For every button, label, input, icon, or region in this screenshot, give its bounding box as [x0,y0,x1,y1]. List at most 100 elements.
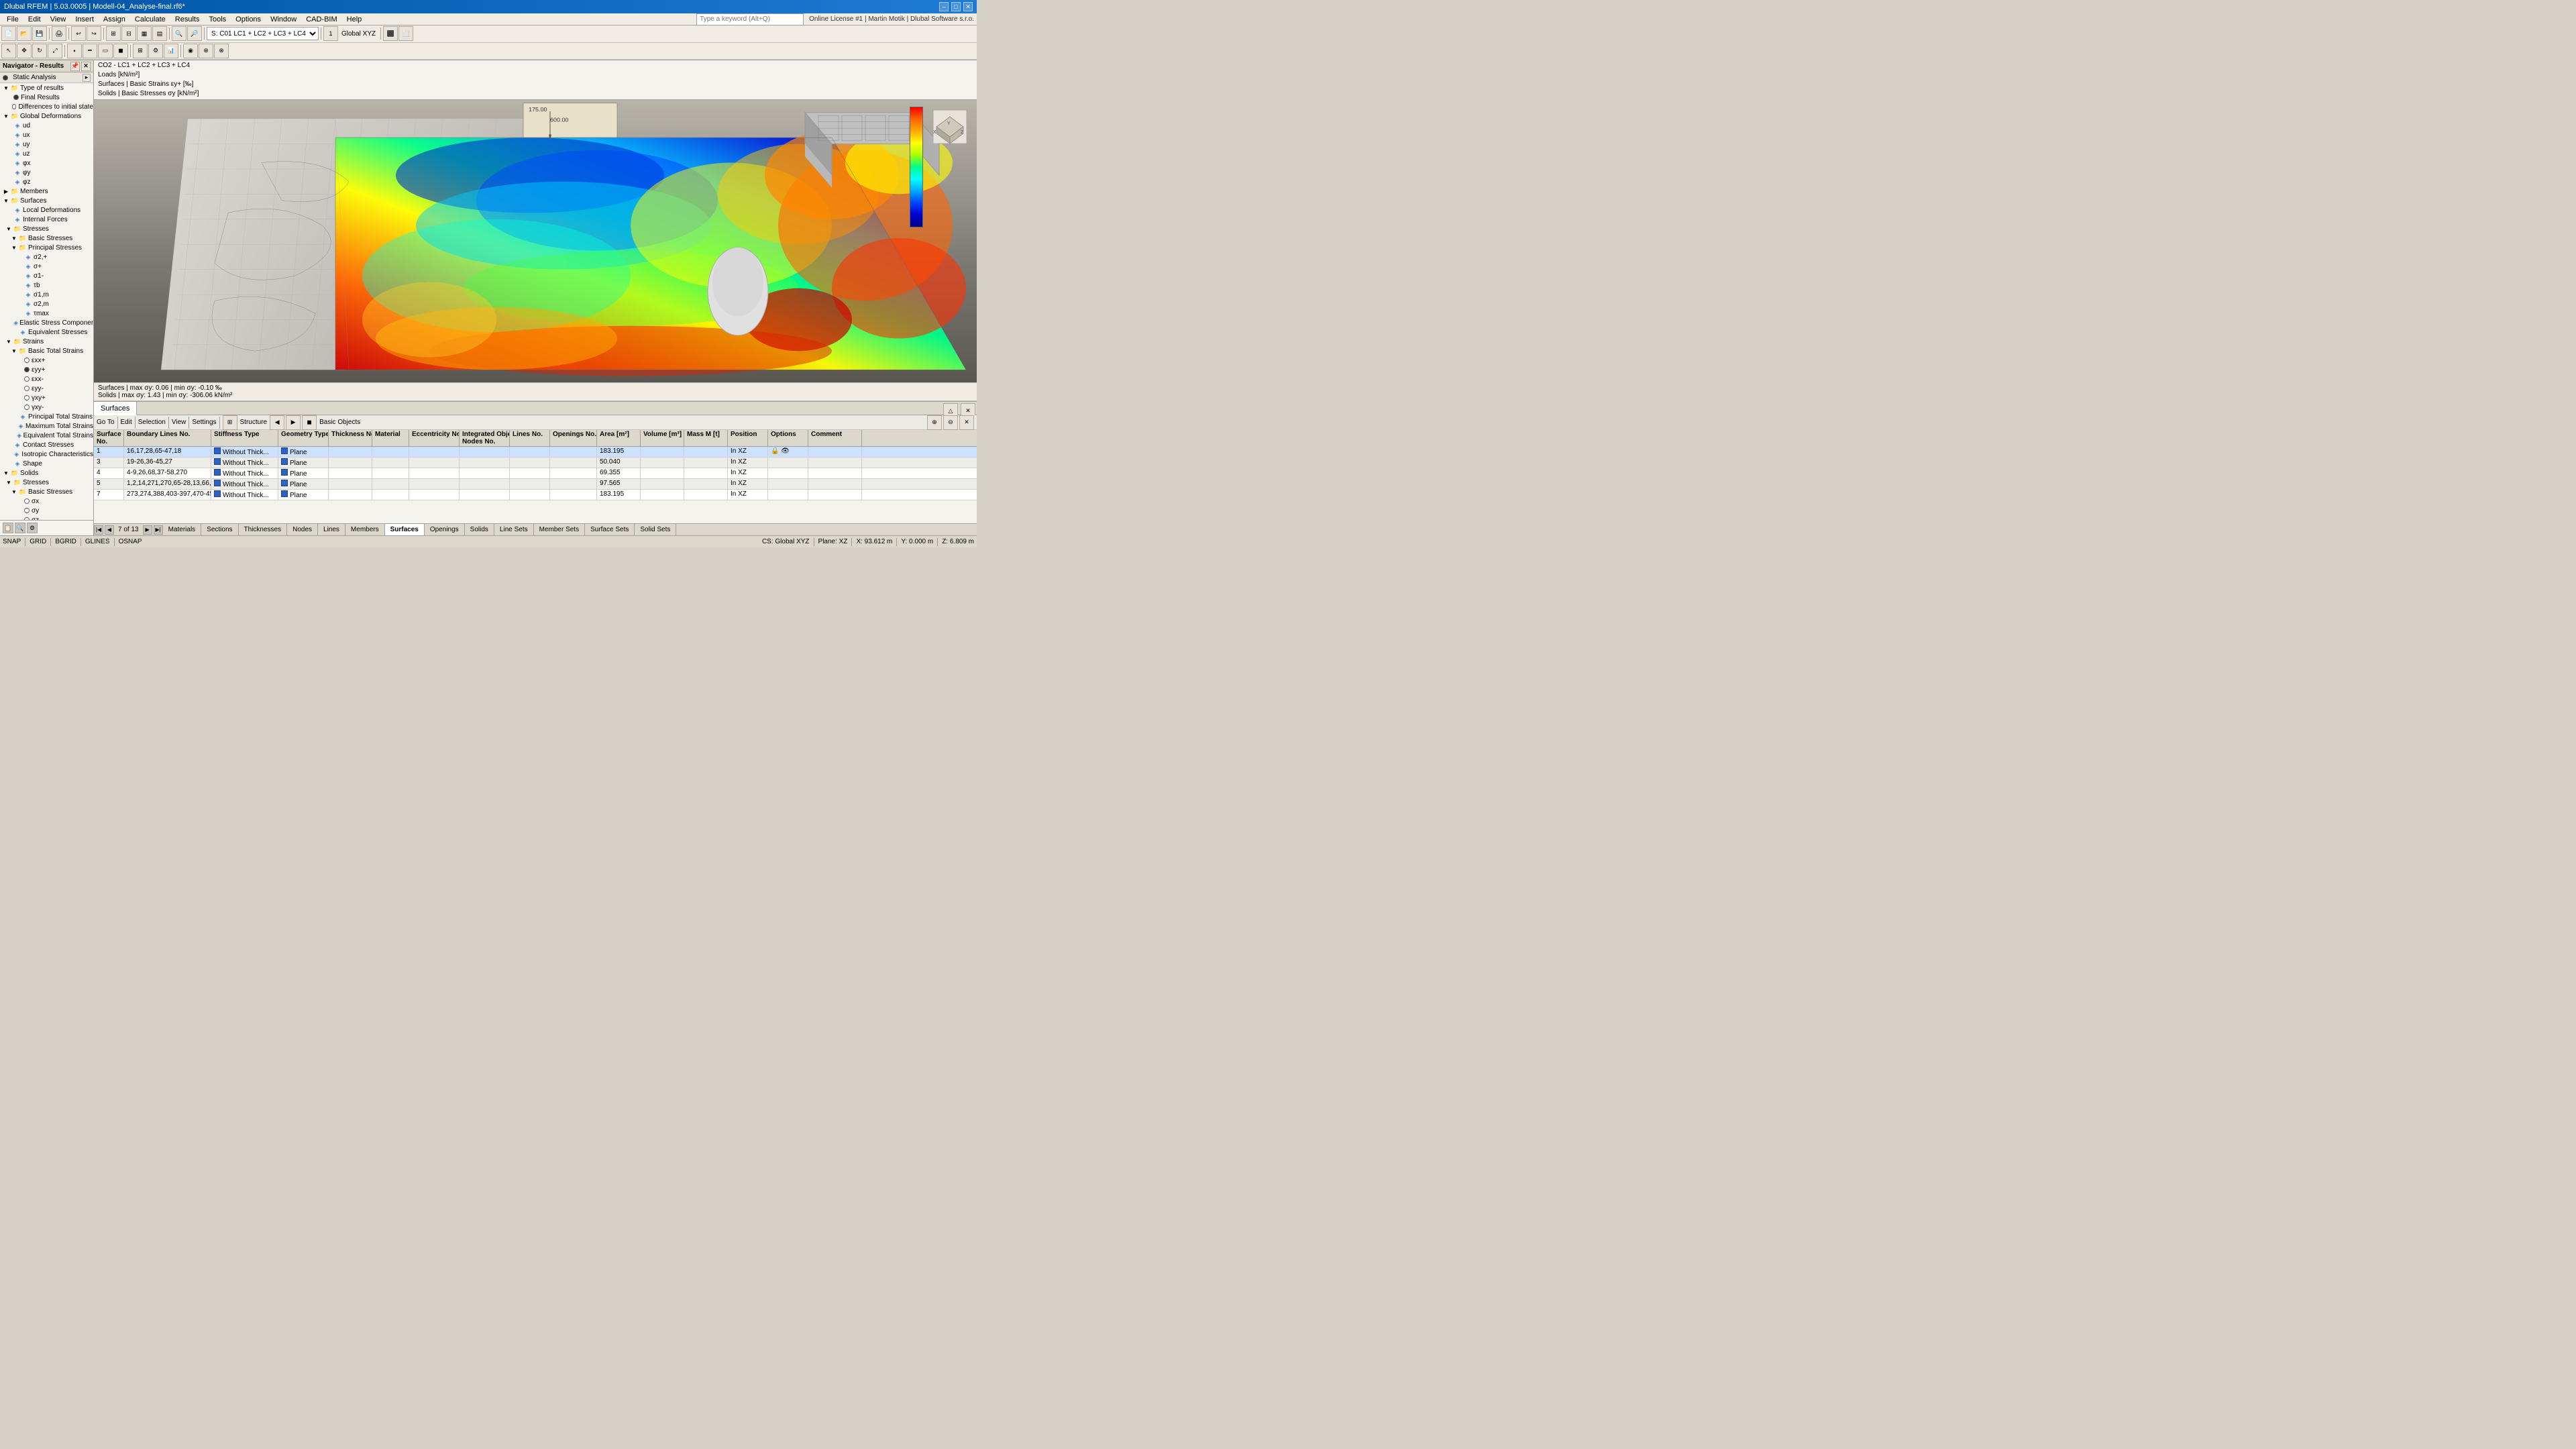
tb-new[interactable]: 📄 [1,26,16,41]
tree-node-34[interactable]: γxy- [0,402,93,412]
close-button[interactable]: ✕ [963,2,973,11]
tb-print[interactable]: 🖨 [52,26,66,41]
tab-nodes[interactable]: Nodes [287,524,318,535]
nav-icon-1[interactable]: 📋 [3,523,13,533]
minimize-button[interactable]: – [939,2,949,11]
menu-assign[interactable]: Assign [99,15,129,24]
tb-solid[interactable]: ◼ [113,44,128,58]
tree-node-10[interactable]: ◈φz [0,177,93,186]
tab-members[interactable]: Members [345,524,385,535]
menu-cad-bim[interactable]: CAD-BIM [302,15,341,24]
tb-surface[interactable]: ▭ [98,44,113,58]
static-analysis-radio[interactable] [3,75,8,80]
nav-prev[interactable]: ◀ [105,525,114,535]
tree-node-3[interactable]: ▼📁Global Deformations [0,111,93,121]
menu-view[interactable]: View [46,15,70,24]
tree-node-1[interactable]: Final Results [0,93,93,102]
tree-node-19[interactable]: ◈σ+ [0,262,93,271]
tb-scale[interactable]: ⤢ [48,44,62,58]
tb-structure[interactable]: ⊞ [223,415,237,430]
tree-node-12[interactable]: ▼📁Surfaces [0,196,93,205]
tab-sections[interactable]: Sections [201,524,238,535]
load-case-combo[interactable]: S: C01 LC1 + LC2 + LC3 + LC4 [207,27,319,40]
tree-node-33[interactable]: γxy+ [0,393,93,402]
tree-node-7[interactable]: ◈uz [0,149,93,158]
table-row[interactable]: 116,17,28,65-47,18Without Thick...Plane1… [94,447,977,458]
table-row[interactable]: 44-9,26,68,37-58,270Without Thick...Plan… [94,468,977,479]
tree-node-9[interactable]: ◈φy [0,168,93,177]
tb-disp[interactable]: ◉ [183,44,198,58]
menu-tools[interactable]: Tools [205,15,230,24]
tree-node-36[interactable]: ◈Maximum Total Strains [0,421,93,431]
tree-node-29[interactable]: εxx+ [0,356,93,365]
maximize-button[interactable]: □ [951,2,961,11]
tree-node-16[interactable]: ▼📁Basic Stresses [0,233,93,243]
nav-last[interactable]: ▶| [154,525,163,535]
tree-node-14[interactable]: ◈Internal Forces [0,215,93,224]
tab-surface-sets[interactable]: Surface Sets [585,524,635,535]
menu-window[interactable]: Window [266,15,301,24]
tab-thicknesses[interactable]: Thicknesses [239,524,288,535]
menu-calculate[interactable]: Calculate [131,15,170,24]
status-grid[interactable]: GRID [30,538,46,545]
table-menu-edit[interactable]: Edit [121,419,132,426]
orientation-cube[interactable]: Y X Z [930,107,970,147]
tab-materials[interactable]: Materials [163,524,202,535]
tree-node-42[interactable]: ▼📁Stresses [0,478,93,487]
tb-view4[interactable]: ▤ [152,26,167,41]
tree-node-38[interactable]: ◈Contact Stresses [0,440,93,449]
tb-mesh[interactable]: ⊞ [133,44,148,58]
tree-node-31[interactable]: εxx- [0,374,93,384]
tb-view3[interactable]: ▦ [137,26,152,41]
tree-node-13[interactable]: ◈Local Deformations [0,205,93,215]
status-osnap[interactable]: OSNAP [119,538,142,545]
tree-node-35[interactable]: ◈Principal Total Strains [0,412,93,421]
nav-pin[interactable]: 📌 [70,62,80,71]
nav-close[interactable]: ✕ [81,62,91,71]
tb-table-action1[interactable]: ⊕ [927,415,942,430]
table-row[interactable]: 319-26,36-45,27Without Thick...Plane50.0… [94,458,977,468]
nav-next[interactable]: ▶ [143,525,152,535]
tree-node-26[interactable]: ◈Equivalent Stresses [0,327,93,337]
table-row[interactable]: 7273,274,388,403-397,470-459,275Without … [94,490,977,500]
nav-icon-3[interactable]: ⚙ [27,523,38,533]
tab-lines[interactable]: Lines [318,524,345,535]
tb-open[interactable]: 📂 [17,26,32,41]
table-menu-selection[interactable]: Selection [138,419,166,426]
tree-node-21[interactable]: ◈τb [0,280,93,290]
status-bgrid[interactable]: BGRID [55,538,76,545]
tree-node-40[interactable]: ◈Shape [0,459,93,468]
tree-node-8[interactable]: ◈φx [0,158,93,168]
tb-zoom-out[interactable]: 🔎 [187,26,202,41]
tree-node-46[interactable]: σz [0,515,93,520]
menu-results[interactable]: Results [171,15,204,24]
tree-node-6[interactable]: ◈uy [0,140,93,149]
tree-node-25[interactable]: ◈Elastic Stress Components [0,318,93,327]
status-glines[interactable]: GLINES [85,538,110,545]
menu-file[interactable]: File [3,15,23,24]
tree-node-27[interactable]: ▼📁Strains [0,337,93,346]
nav-expand-btn[interactable]: ▸ [83,74,91,82]
tb-undo[interactable]: ↩ [71,26,86,41]
table-row[interactable]: 51,2,14,271,270,65-28,13,66,69,262,26,5.… [94,479,977,490]
tab-openings[interactable]: Openings [425,524,465,535]
tree-node-15[interactable]: ▼📁Stresses [0,224,93,233]
nav-icon-2[interactable]: 🔍 [15,523,25,533]
tb-select[interactable]: ↖ [1,44,16,58]
tree-node-30[interactable]: εyy+ [0,365,93,374]
tree-node-44[interactable]: σx [0,496,93,506]
tb-view2[interactable]: ⊟ [121,26,136,41]
tb-wireframe[interactable]: ⬜ [398,26,413,41]
menu-options[interactable]: Options [231,15,265,24]
tb-global-xyz[interactable]: 1 [323,26,338,41]
menu-help[interactable]: Help [343,15,366,24]
tb-table-action3[interactable]: ✕ [959,415,974,430]
nav-first[interactable]: |◀ [94,525,103,535]
tab-surfaces[interactable]: Surfaces [385,524,425,535]
tb-table-action2[interactable]: ⊖ [943,415,958,430]
tab-solids[interactable]: Solids [465,524,494,535]
surfaces-tab[interactable]: Surfaces [94,402,137,415]
tree-node-37[interactable]: ◈Equivalent Total Strains [0,431,93,440]
tb-basic-objects[interactable]: ◼ [302,415,317,430]
tree-node-32[interactable]: εyy- [0,384,93,393]
